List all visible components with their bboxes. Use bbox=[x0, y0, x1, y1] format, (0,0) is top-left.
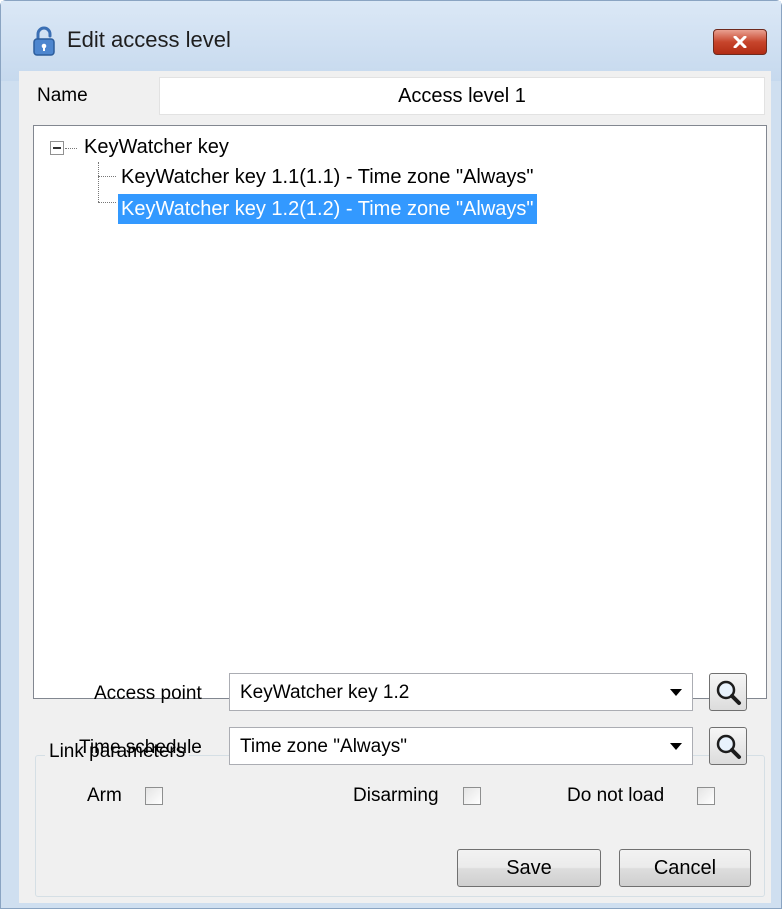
tree-root-label[interactable]: KeyWatcher key bbox=[84, 136, 229, 159]
dialog-title: Edit access level bbox=[67, 27, 231, 52]
minus-box-icon[interactable] bbox=[50, 141, 64, 155]
edit-access-level-dialog: Edit access level Name KeyWatcher key Ke… bbox=[0, 0, 782, 909]
tree-connector bbox=[98, 162, 99, 202]
time-schedule-label: Time schedule bbox=[79, 737, 202, 758]
chevron-down-icon[interactable] bbox=[670, 689, 682, 696]
chevron-down-icon[interactable] bbox=[670, 743, 682, 750]
tree-connector bbox=[98, 202, 116, 203]
tree-connector bbox=[98, 176, 116, 177]
close-icon bbox=[733, 36, 747, 48]
tree-item-key-1-1[interactable]: KeyWatcher key 1.1(1.1) - Time zone "Alw… bbox=[118, 162, 537, 192]
disarming-label: Disarming bbox=[353, 785, 439, 806]
save-button[interactable]: Save bbox=[457, 849, 601, 887]
title-bar[interactable]: Edit access level bbox=[1, 1, 781, 81]
lock-icon bbox=[33, 26, 55, 56]
tree-connector bbox=[65, 148, 77, 149]
arm-checkbox[interactable] bbox=[145, 787, 163, 805]
name-input[interactable] bbox=[159, 77, 765, 115]
disarming-checkbox[interactable] bbox=[463, 787, 481, 805]
dialog-body: Name KeyWatcher key KeyWatcher key 1.1(1… bbox=[19, 71, 771, 903]
access-point-label: Access point bbox=[94, 683, 202, 704]
arm-label: Arm bbox=[87, 785, 122, 806]
close-button[interactable] bbox=[713, 29, 767, 55]
do-not-load-checkbox[interactable] bbox=[697, 787, 715, 805]
name-label: Name bbox=[37, 85, 88, 106]
time-schedule-select[interactable]: Time zone "Always" bbox=[229, 727, 693, 765]
magnifier-icon bbox=[716, 734, 741, 759]
time-schedule-search-button[interactable] bbox=[709, 727, 747, 765]
do-not-load-label: Do not load bbox=[567, 785, 665, 806]
access-tree[interactable]: KeyWatcher key KeyWatcher key 1.1(1.1) -… bbox=[33, 125, 767, 699]
access-point-value: KeyWatcher key 1.2 bbox=[240, 682, 410, 703]
time-schedule-value: Time zone "Always" bbox=[240, 736, 407, 757]
magnifier-icon bbox=[716, 680, 741, 705]
access-point-select[interactable]: KeyWatcher key 1.2 bbox=[229, 673, 693, 711]
cancel-button[interactable]: Cancel bbox=[619, 849, 751, 887]
tree-item-key-1-2[interactable]: KeyWatcher key 1.2(1.2) - Time zone "Alw… bbox=[118, 194, 537, 224]
access-point-search-button[interactable] bbox=[709, 673, 747, 711]
